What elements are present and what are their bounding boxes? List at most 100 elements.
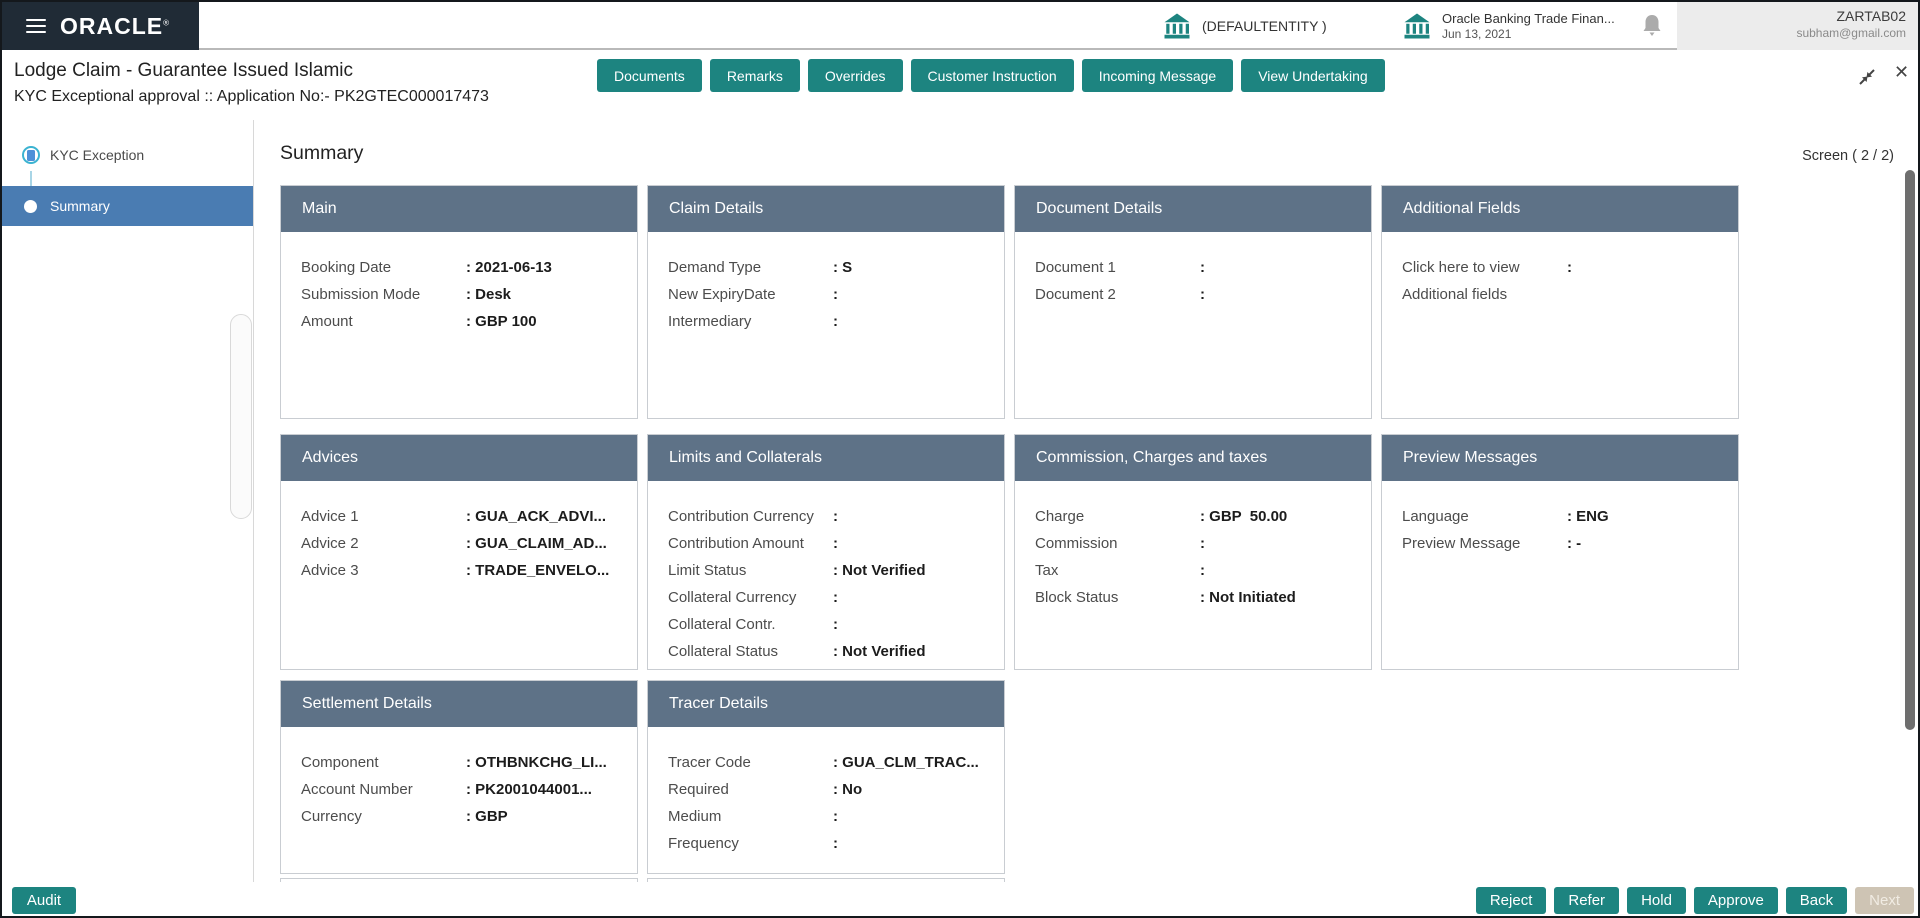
field-value: : GBP (466, 803, 508, 830)
card-tracer-details: Tracer Details Tracer Code: GUA_CLM_TRAC… (647, 680, 1005, 874)
field-label: Collateral Status (668, 638, 833, 665)
remarks-button[interactable]: Remarks (710, 59, 800, 92)
field-row: Language: ENG (1402, 503, 1720, 530)
field-value: : GUA_CLAIM_AD... (466, 530, 607, 557)
back-button[interactable]: Back (1786, 887, 1847, 914)
bank-icon (1162, 11, 1192, 41)
footer-actions: Reject Refer Hold Approve Back Next (1476, 887, 1914, 914)
field-label: Document 2 (1035, 281, 1200, 308)
field-row: Document 1: (1035, 254, 1353, 281)
field-value: : (1200, 254, 1205, 281)
card-limits-collaterals: Limits and Collaterals Contribution Curr… (647, 434, 1005, 670)
top-navbar: ORACLE® (DEFAULTENTITY ) (2, 2, 1918, 50)
field-label: Submission Mode (301, 281, 466, 308)
default-entity[interactable]: (DEFAULTENTITY ) (1162, 2, 1327, 50)
incoming-message-button[interactable]: Incoming Message (1082, 59, 1234, 92)
field-row: Tax: (1035, 557, 1353, 584)
overrides-button[interactable]: Overrides (808, 59, 903, 92)
field-row: Contribution Amount: (668, 530, 986, 557)
field-label: Contribution Amount (668, 530, 833, 557)
sidebar-item-label: Summary (50, 198, 110, 214)
user-profile[interactable]: ZARTAB02 subham@gmail.com (1677, 2, 1920, 50)
additional-fields-link[interactable]: Click here to view Additional fields (1402, 254, 1567, 308)
app-window: ORACLE® (DEFAULTENTITY ) (0, 0, 1920, 918)
field-row: Document 2: (1035, 281, 1353, 308)
field-row: Limit Status: Not Verified (668, 557, 986, 584)
application-name-block: Oracle Banking Trade Finan... Jun 13, 20… (1442, 11, 1615, 42)
field-row: Demand Type: S (668, 254, 986, 281)
summary-content: Summary Screen ( 2 / 2) Main Booking Dat… (254, 120, 1918, 916)
refer-button[interactable]: Refer (1554, 887, 1619, 914)
field-row: Intermediary: (668, 308, 986, 335)
card-header: Preview Messages (1382, 435, 1738, 481)
sidebar-item-label: KYC Exception (50, 147, 144, 163)
stage-sidebar: KYC Exception Summary (2, 120, 254, 882)
field-value: : (833, 611, 838, 638)
field-label: Collateral Currency (668, 584, 833, 611)
customer-instruction-button[interactable]: Customer Instruction (911, 59, 1074, 92)
documents-button[interactable]: Documents (597, 59, 702, 92)
field-value: : ENG (1567, 503, 1609, 530)
field-row: Collateral Currency: (668, 584, 986, 611)
field-label: Advice 1 (301, 503, 466, 530)
field-value: : 2021-06-13 (466, 254, 552, 281)
field-value: : Not Initiated (1200, 584, 1296, 611)
view-undertaking-button[interactable]: View Undertaking (1241, 59, 1384, 92)
field-row: Charge: GBP 50.00 (1035, 503, 1353, 530)
field-row: Frequency: (668, 830, 986, 857)
field-value: : S (833, 254, 852, 281)
field-label: Currency (301, 803, 466, 830)
field-label: Charge (1035, 503, 1200, 530)
field-row: Required: No (668, 776, 986, 803)
field-label: Language (1402, 503, 1567, 530)
collapse-icon[interactable] (1855, 66, 1879, 90)
field-row: Amount: GBP 100 (301, 308, 619, 335)
page-title: Lodge Claim - Guarantee Issued Islamic (14, 60, 353, 82)
card-header: Main (281, 186, 637, 232)
field-value: : GBP 100 (466, 308, 537, 335)
field-row: Submission Mode: Desk (301, 281, 619, 308)
field-value: : (833, 281, 838, 308)
field-label: Intermediary (668, 308, 833, 335)
field-row: Advice 3: TRADE_ENVELO... (301, 557, 619, 584)
close-icon[interactable]: ✕ (1894, 62, 1909, 83)
field-value: : OTHBNKCHG_LI... (466, 749, 607, 776)
field-row: Commission: (1035, 530, 1353, 557)
field-value: : GUA_ACK_ADVI... (466, 503, 606, 530)
field-label: Frequency (668, 830, 833, 857)
field-label: Contribution Currency (668, 503, 833, 530)
screen-indicator: Screen ( 2 / 2) (1802, 148, 1894, 164)
card-header: Settlement Details (281, 681, 637, 727)
sidebar-item-summary[interactable]: Summary (2, 186, 253, 226)
field-row: Block Status: Not Initiated (1035, 584, 1353, 611)
field-value: : - (1567, 530, 1581, 557)
field-value: : (833, 803, 838, 830)
sidebar-item-kyc-exception[interactable]: KYC Exception (2, 138, 253, 172)
card-header: Limits and Collaterals (648, 435, 1004, 481)
panel-scrollbar[interactable] (230, 314, 252, 519)
field-value: : (833, 530, 838, 557)
field-label: Tracer Code (668, 749, 833, 776)
field-value: : (833, 503, 838, 530)
audit-button[interactable]: Audit (12, 887, 76, 914)
field-label: Collateral Contr. (668, 611, 833, 638)
next-button[interactable]: Next (1855, 887, 1914, 914)
user-id: ZARTAB02 (1677, 8, 1906, 24)
hold-button[interactable]: Hold (1627, 887, 1686, 914)
reject-button[interactable]: Reject (1476, 887, 1547, 914)
application-entity[interactable]: Oracle Banking Trade Finan... Jun 13, 20… (1402, 2, 1615, 50)
application-name: Oracle Banking Trade Finan... (1442, 11, 1615, 27)
field-label: Component (301, 749, 466, 776)
field-value: : TRADE_ENVELO... (466, 557, 609, 584)
field-label: Document 1 (1035, 254, 1200, 281)
page-scrollbar-thumb[interactable] (1905, 170, 1915, 730)
step-connector (30, 171, 32, 187)
field-row: Collateral Contr.: (668, 611, 986, 638)
field-label: Commission (1035, 530, 1200, 557)
notifications-bell-icon[interactable] (1640, 13, 1664, 39)
field-value: : (1200, 281, 1205, 308)
application-date: Jun 13, 2021 (1442, 27, 1615, 42)
field-value: : GBP 50.00 (1200, 503, 1287, 530)
approve-button[interactable]: Approve (1694, 887, 1778, 914)
hamburger-menu-icon[interactable] (26, 15, 46, 37)
